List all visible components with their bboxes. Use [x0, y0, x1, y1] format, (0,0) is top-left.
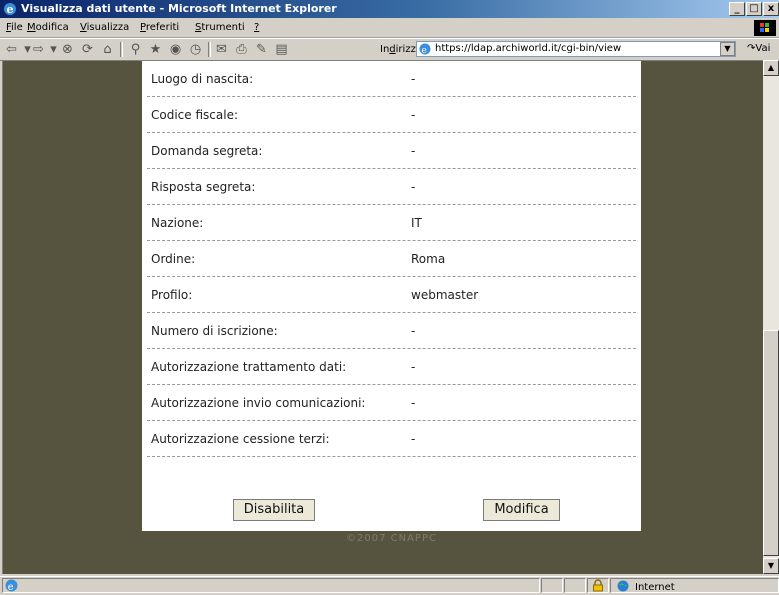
field-value: -	[411, 144, 416, 158]
scroll-thumb[interactable]	[763, 330, 779, 556]
go-button[interactable]: ↷Vai	[747, 43, 770, 54]
field-label: Nazione:	[151, 216, 204, 230]
field-label: Numero di iscrizione:	[151, 324, 278, 338]
field-row: Autorizzazione trattamento dati: -	[147, 349, 636, 385]
page-icon: e	[419, 43, 431, 55]
scroll-down-icon[interactable]: ▼	[763, 558, 779, 574]
field-value: -	[411, 324, 416, 338]
status-text-cell: e	[2, 578, 540, 593]
toolbar: ⇦ ▾ ⇨ ▾ ⊗ ⟳ ⌂ ⚲ ★ ◉ ◷ ✉ ⎙ ✎ ▤ Indirizzo …	[0, 38, 779, 61]
discuss-icon[interactable]: ▤	[274, 42, 289, 57]
history-icon[interactable]: ◷	[188, 42, 203, 57]
field-value: -	[411, 432, 416, 446]
menu-bar: File Modifica Visualizza Preferiti Strum…	[0, 19, 779, 38]
field-label: Ordine:	[151, 252, 196, 266]
field-value: -	[411, 360, 416, 374]
field-value: -	[411, 180, 416, 194]
address-dropdown-icon[interactable]: ▼	[720, 42, 735, 56]
svg-text:e: e	[7, 3, 14, 16]
field-label: Domanda segreta:	[151, 144, 263, 158]
field-row: Luogo di nascita: -	[147, 61, 636, 97]
windows-logo-icon	[754, 20, 776, 36]
vertical-scrollbar[interactable]: ▲ ▼	[763, 60, 779, 574]
svg-text:e: e	[8, 582, 14, 592]
minimize-button[interactable]: _	[729, 2, 745, 16]
menu-visualizza[interactable]: Visualizza	[80, 22, 129, 33]
maximize-button[interactable]: □	[746, 2, 762, 16]
back-icon[interactable]: ⇦	[4, 42, 19, 57]
svg-text:e: e	[422, 46, 427, 55]
refresh-icon[interactable]: ⟳	[80, 42, 95, 57]
page-status-icon: e	[5, 579, 18, 592]
field-row: Ordine: Roma	[147, 241, 636, 277]
field-row: Codice fiscale: -	[147, 97, 636, 133]
menu-modifica[interactable]: Modifica	[27, 22, 69, 33]
close-button[interactable]: x	[763, 2, 779, 16]
status-cell	[564, 578, 586, 593]
field-row: Domanda segreta: -	[147, 133, 636, 169]
menu-strumenti[interactable]: Strumenti	[195, 22, 245, 33]
home-icon[interactable]: ⌂	[100, 42, 115, 57]
field-value: IT	[411, 216, 422, 230]
title-bar: e Visualizza dati utente - Microsoft Int…	[0, 0, 779, 18]
print-icon[interactable]: ⎙	[234, 42, 249, 57]
field-row: Risposta segreta: -	[147, 169, 636, 205]
field-row: Numero di iscrizione: -	[147, 313, 636, 349]
globe-icon	[617, 580, 629, 592]
status-cell	[587, 578, 609, 593]
disable-button[interactable]: Disabilita	[233, 499, 315, 521]
lock-icon	[593, 579, 603, 592]
field-label: Profilo:	[151, 288, 193, 302]
field-label: Risposta segreta:	[151, 180, 256, 194]
ie-icon: e	[4, 3, 16, 16]
field-label: Autorizzazione invio comunicazioni:	[151, 396, 366, 410]
edit-button[interactable]: Modifica	[483, 499, 560, 521]
user-data-panel: Luogo di nascita: - Codice fiscale: - Doma…	[142, 61, 641, 531]
menu-preferiti[interactable]: Preferiti	[140, 22, 179, 33]
field-label: Luogo di nascita:	[151, 72, 254, 86]
field-row: Profilo: webmaster	[147, 277, 636, 313]
field-label: Autorizzazione cessione terzi:	[151, 432, 330, 446]
window-title: Visualizza dati utente - Microsoft Inter…	[21, 2, 337, 15]
zone-cell: Internet	[610, 578, 779, 593]
copyright-text: ©2007 CNAPPC	[346, 533, 437, 544]
forward-icon[interactable]: ⇨	[31, 42, 46, 57]
field-row: Nazione: IT	[147, 205, 636, 241]
field-value: -	[411, 396, 416, 410]
field-value: -	[411, 72, 416, 86]
address-input[interactable]: e https://ldap.archiworld.it/cgi-bin/vie…	[416, 41, 736, 57]
edit-icon[interactable]: ✎	[254, 42, 269, 57]
menu-help[interactable]: ?	[254, 22, 259, 33]
field-row: Autorizzazione invio comunicazioni: -	[147, 385, 636, 421]
field-label: Codice fiscale:	[151, 108, 238, 122]
mail-icon[interactable]: ✉	[214, 42, 229, 57]
media-icon[interactable]: ◉	[168, 42, 183, 57]
scroll-up-icon[interactable]: ▲	[763, 60, 779, 76]
status-cell	[541, 578, 563, 593]
page-viewport: Luogo di nascita: - Codice fiscale: - Doma…	[2, 60, 764, 574]
forward-dropdown-icon[interactable]: ▾	[46, 42, 61, 57]
stop-icon[interactable]: ⊗	[60, 42, 75, 57]
field-row: Autorizzazione cessione terzi: -	[147, 421, 636, 457]
toolbar-separator	[120, 42, 123, 57]
search-icon[interactable]: ⚲	[128, 42, 143, 57]
field-value: -	[411, 108, 416, 122]
favorites-icon[interactable]: ★	[148, 42, 163, 57]
toolbar-separator	[208, 42, 211, 57]
menu-file[interactable]: File	[6, 22, 23, 33]
field-label: Autorizzazione trattamento dati:	[151, 360, 347, 374]
status-bar: e Internet	[0, 576, 779, 595]
zone-text: Internet	[635, 582, 675, 593]
field-value: webmaster	[411, 288, 479, 302]
field-value: Roma	[411, 252, 446, 266]
address-url: https://ldap.archiworld.it/cgi-bin/view	[435, 43, 622, 54]
